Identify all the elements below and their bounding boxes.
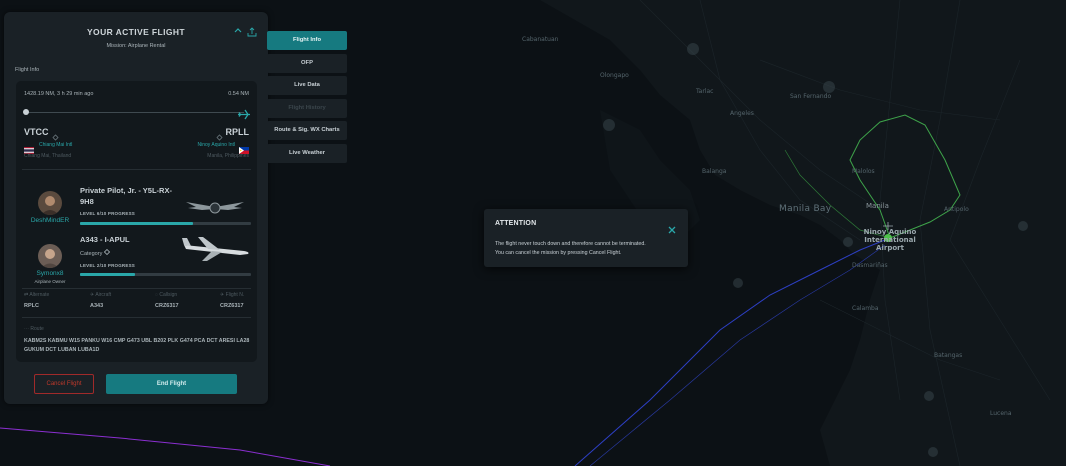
upload-icon[interactable] [247, 24, 257, 37]
pilot-wings-badge-icon [184, 198, 246, 216]
end-flight-button[interactable]: End Flight [106, 374, 237, 394]
cancel-flight-button[interactable]: Cancel Flight [34, 374, 94, 394]
owner-avatar[interactable] [38, 244, 62, 268]
map-label-bay: Manila Bay [779, 204, 832, 214]
field-alternate-label: ⇄ Alternate [24, 292, 50, 298]
tab-flight-history: Flight History [267, 99, 347, 118]
pilot-license-title: Private Pilot, Jr. - Y5L-RX-9H8 [80, 186, 172, 206]
distance-remaining: 0.54 NM [228, 91, 249, 97]
panel-subtitle: Mission: Airplane Rental [106, 43, 166, 49]
category-diamond-icon [103, 248, 110, 256]
map-pin-icon [216, 128, 223, 141]
philippines-flag-icon [239, 141, 249, 154]
tab-live-weather[interactable]: Live Weather [267, 144, 347, 163]
flight-info-card: 1428.19 NM, 3 h 29 min ago 0.54 NM VTCC … [16, 81, 257, 362]
progress-track [26, 112, 244, 113]
chevron-up-icon[interactable] [233, 25, 243, 35]
tab-flight-info[interactable]: Flight Info [267, 31, 347, 50]
map-label-city: Olongapo [600, 72, 629, 79]
field-callsign-label: ◌ Callsign [155, 292, 178, 298]
map-label-city: Tarlac [696, 88, 714, 95]
panel-title: YOUR ACTIVE FLIGHT [86, 27, 186, 37]
map-label-city: Lucena [990, 410, 1012, 417]
arrival-airport-link[interactable]: Ninoy Aquino Intl [197, 142, 235, 148]
tab-route-wx-charts[interactable]: Route & Sig. WX Charts [267, 121, 347, 140]
map-label-city: Antipolo [944, 206, 969, 213]
arrival-icao: RPLL [225, 127, 250, 137]
route-label: ⋯ Route [24, 326, 44, 332]
pilot-username[interactable]: DeshMindER [26, 217, 74, 224]
distance-flown: 1428.19 NM, 3 h 29 min ago [24, 91, 94, 97]
pilot-level-progress [80, 222, 251, 225]
tab-live-data[interactable]: Live Data [267, 76, 347, 95]
thailand-flag-icon [24, 141, 34, 154]
map-label-city: Malolos [852, 168, 875, 175]
map-label-city: Cabanatuan [522, 36, 559, 43]
airplane-icon [237, 107, 251, 120]
active-flight-panel: YOUR ACTIVE FLIGHT Mission: Airplane Ren… [4, 12, 268, 404]
dialog-message-line1: The flight never touch down and therefor… [495, 241, 646, 247]
attention-dialog: ATTENTION The flight never touch down an… [484, 209, 688, 267]
map-label-airport: Ninoy Aquino International Airport [863, 228, 917, 252]
owner-username[interactable]: Symonx8 [26, 270, 74, 277]
field-aircraft-label: ✈ Aircraft [90, 292, 112, 298]
aircraft-level-progress [80, 273, 251, 276]
divider [22, 288, 251, 289]
field-callsign-value: CRZ6317 [155, 303, 179, 309]
route-value: KABM2S KABMU W15 PANKU W16 CMP G473 UBL … [24, 338, 250, 353]
dialog-title: ATTENTION [495, 220, 537, 227]
map-label-city: Dasmariñas [852, 262, 888, 269]
pilot-level-label: LEVEL 6/10 PROGRESS [80, 211, 135, 216]
aircraft-category: Category [80, 248, 110, 257]
aircraft-image [180, 233, 252, 263]
map-pin-icon [52, 128, 59, 141]
aircraft-title: A343 - I-APUL [80, 235, 130, 244]
map-label-city: Calamba [852, 305, 879, 312]
dialog-message-line2: You can cancel the mission by pressing C… [495, 249, 622, 256]
map-label-city: Balanga [702, 168, 727, 175]
field-aircraft-value: A343 [90, 303, 104, 309]
field-alternate-value: RPLC [24, 303, 39, 309]
map-label-manila: Manila [866, 202, 889, 210]
tab-ofp[interactable]: OFP [267, 54, 347, 73]
pilot-avatar[interactable] [38, 191, 62, 215]
progress-start-dot [23, 109, 29, 115]
close-icon[interactable] [668, 221, 676, 234]
owner-role: Airplane Owner [34, 279, 66, 284]
departure-icao: VTCC [24, 127, 49, 137]
dialog-message: The flight never touch down and therefor… [495, 240, 681, 257]
field-flightno-label: ✈ Flight N. [220, 292, 245, 298]
map-label-city: Batangas [934, 352, 963, 359]
category-label: Category [80, 251, 103, 257]
divider [22, 317, 251, 318]
departure-airport-link[interactable]: Chiang Mai Intl [39, 142, 72, 148]
arrival-location: Manila, Philippines [207, 153, 249, 159]
aircraft-level-label: LEVEL 2/10 PROGRESS [80, 263, 135, 268]
section-label: Flight Info [15, 67, 40, 73]
field-flightno-value: CRZ6317 [220, 303, 244, 309]
divider [22, 169, 251, 170]
departure-location: Chiang Mai, Thailand [24, 153, 72, 159]
map-label-city: Angeles [730, 110, 754, 117]
map-label-city: San Fernando [790, 93, 832, 100]
